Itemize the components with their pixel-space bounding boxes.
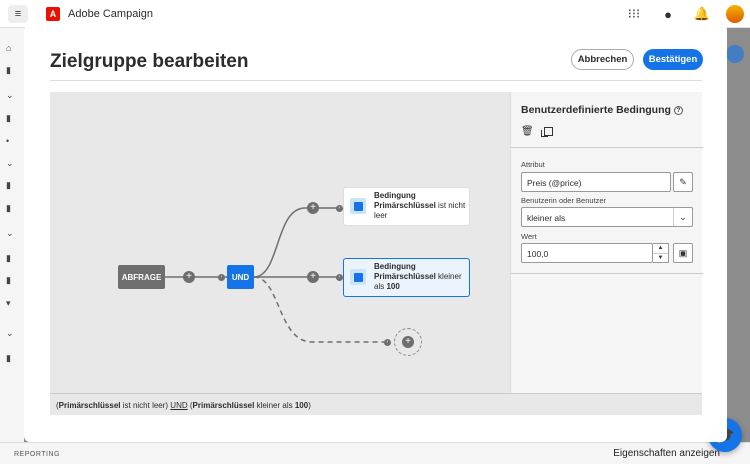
bottom-bar: REPORTING Eigenschaften anzeigen [0, 442, 750, 464]
attribute-field[interactable]: Preis (@price) [521, 172, 671, 192]
arrow-right-icon: › [384, 339, 391, 346]
value-label: Wert [521, 232, 537, 241]
operator-label: Benutzerin oder Benutzer [521, 196, 607, 205]
help-icon[interactable]: ● [658, 4, 678, 24]
query-start-node[interactable]: ABFRAGE [118, 265, 165, 289]
create-button[interactable] [726, 45, 744, 63]
value-input[interactable]: 100,0 [521, 243, 653, 263]
and-operator-node[interactable]: UND [227, 265, 254, 289]
chevron-down-icon[interactable]: ⌄ [6, 228, 18, 240]
header-icons: ⁝⁝⁝ ● 🔔 [624, 4, 744, 24]
left-navigation-rail: ⌂ ▮ ⌄ ▮ • ⌄ ▮ ▮ ⌄ ▮ ▮ ▾ ⌄ ▮ [0, 28, 24, 464]
personalization-icon[interactable]: ▣ [673, 243, 693, 263]
stepper-down-icon[interactable]: ▼ [653, 252, 668, 263]
stepper-up-icon[interactable]: ▲ [653, 244, 668, 253]
trash-icon[interactable]: 🗑 [521, 126, 534, 137]
operator-select[interactable]: kleiner als [521, 207, 693, 227]
condition-text: Bedingung Primärschlüssel ist nicht leer [374, 191, 466, 220]
condition-card-selected[interactable]: Bedingung Primärschlüssel kleiner als 10… [344, 259, 469, 296]
connector-lines [165, 207, 386, 343]
notifications-icon[interactable]: 🔔 [692, 4, 712, 24]
condition-card[interactable]: Bedingung Primärschlüssel ist nicht leer [344, 188, 469, 225]
rail-item-icon[interactable]: ▮ [6, 253, 18, 265]
arrow-right-icon: › [218, 274, 225, 281]
add-node-icon[interactable]: + [183, 271, 195, 283]
apps-grid-icon[interactable]: ⁝⁝⁝ [624, 4, 644, 24]
show-properties-link[interactable]: Eigenschaften anzeigen [613, 448, 720, 459]
duplicate-icon[interactable] [541, 127, 553, 137]
add-node-icon[interactable]: + [307, 271, 319, 283]
chevron-down-icon[interactable]: ⌄ [673, 207, 693, 227]
info-icon[interactable]: ? [673, 106, 683, 115]
rail-item-icon[interactable]: ▮ [6, 275, 18, 287]
home-icon[interactable]: ⌂ [6, 43, 18, 55]
condition-icon [350, 198, 366, 214]
edit-audience-modal: Zielgruppe bearbeiten Abbrechen Bestätig… [24, 24, 727, 442]
rail-item-icon[interactable]: ▮ [6, 180, 18, 192]
avatar[interactable] [726, 5, 744, 23]
panel-divider [511, 147, 703, 148]
condition-properties-panel: Benutzerdefinierte Bedingung? 🗑 Attribut… [510, 92, 703, 393]
rail-item-icon[interactable]: ▮ [6, 353, 18, 365]
arrow-right-icon: › [336, 205, 343, 212]
rail-item-icon[interactable]: ▮ [6, 113, 18, 125]
rail-item-icon[interactable]: ▮ [6, 65, 18, 77]
chevron-down-icon[interactable]: ⌄ [6, 158, 18, 170]
query-canvas[interactable]: ABFRAGE + › UND + › Bedingung Primärschl… [50, 92, 510, 393]
panel-title: Benutzerdefinierte Bedingung? [521, 104, 683, 116]
rail-item-icon[interactable]: ▾ [6, 298, 18, 310]
panel-divider [511, 273, 703, 274]
add-node-icon[interactable]: + [307, 202, 319, 214]
condition-text: Bedingung Primärschlüssel kleiner als 10… [374, 262, 462, 291]
rail-item-icon[interactable]: ▮ [6, 203, 18, 215]
edit-expression-icon[interactable]: ✎ [673, 172, 693, 192]
reporting-section-label[interactable]: REPORTING [14, 451, 60, 458]
adobe-logo: A [46, 7, 60, 21]
chevron-down-icon[interactable]: ⌄ [6, 328, 18, 340]
rail-item-icon[interactable]: • [6, 136, 18, 148]
cancel-button[interactable]: Abbrechen [571, 49, 634, 70]
app-title: Adobe Campaign [68, 8, 154, 20]
title-divider [50, 80, 702, 81]
hamburger-icon[interactable]: ≡ [8, 5, 28, 23]
value-stepper[interactable]: ▲ ▼ [653, 243, 669, 263]
query-summary: (Primärschlüssel ist nicht leer) UND (Pr… [50, 393, 702, 415]
chevron-down-icon[interactable]: ⌄ [6, 90, 18, 102]
attribute-label: Attribut [521, 160, 545, 169]
add-node-icon[interactable]: + [402, 336, 414, 348]
modal-title: Zielgruppe bearbeiten [50, 51, 249, 72]
arrow-right-icon: › [336, 274, 343, 281]
confirm-button[interactable]: Bestätigen [643, 49, 703, 70]
condition-icon [350, 269, 366, 285]
